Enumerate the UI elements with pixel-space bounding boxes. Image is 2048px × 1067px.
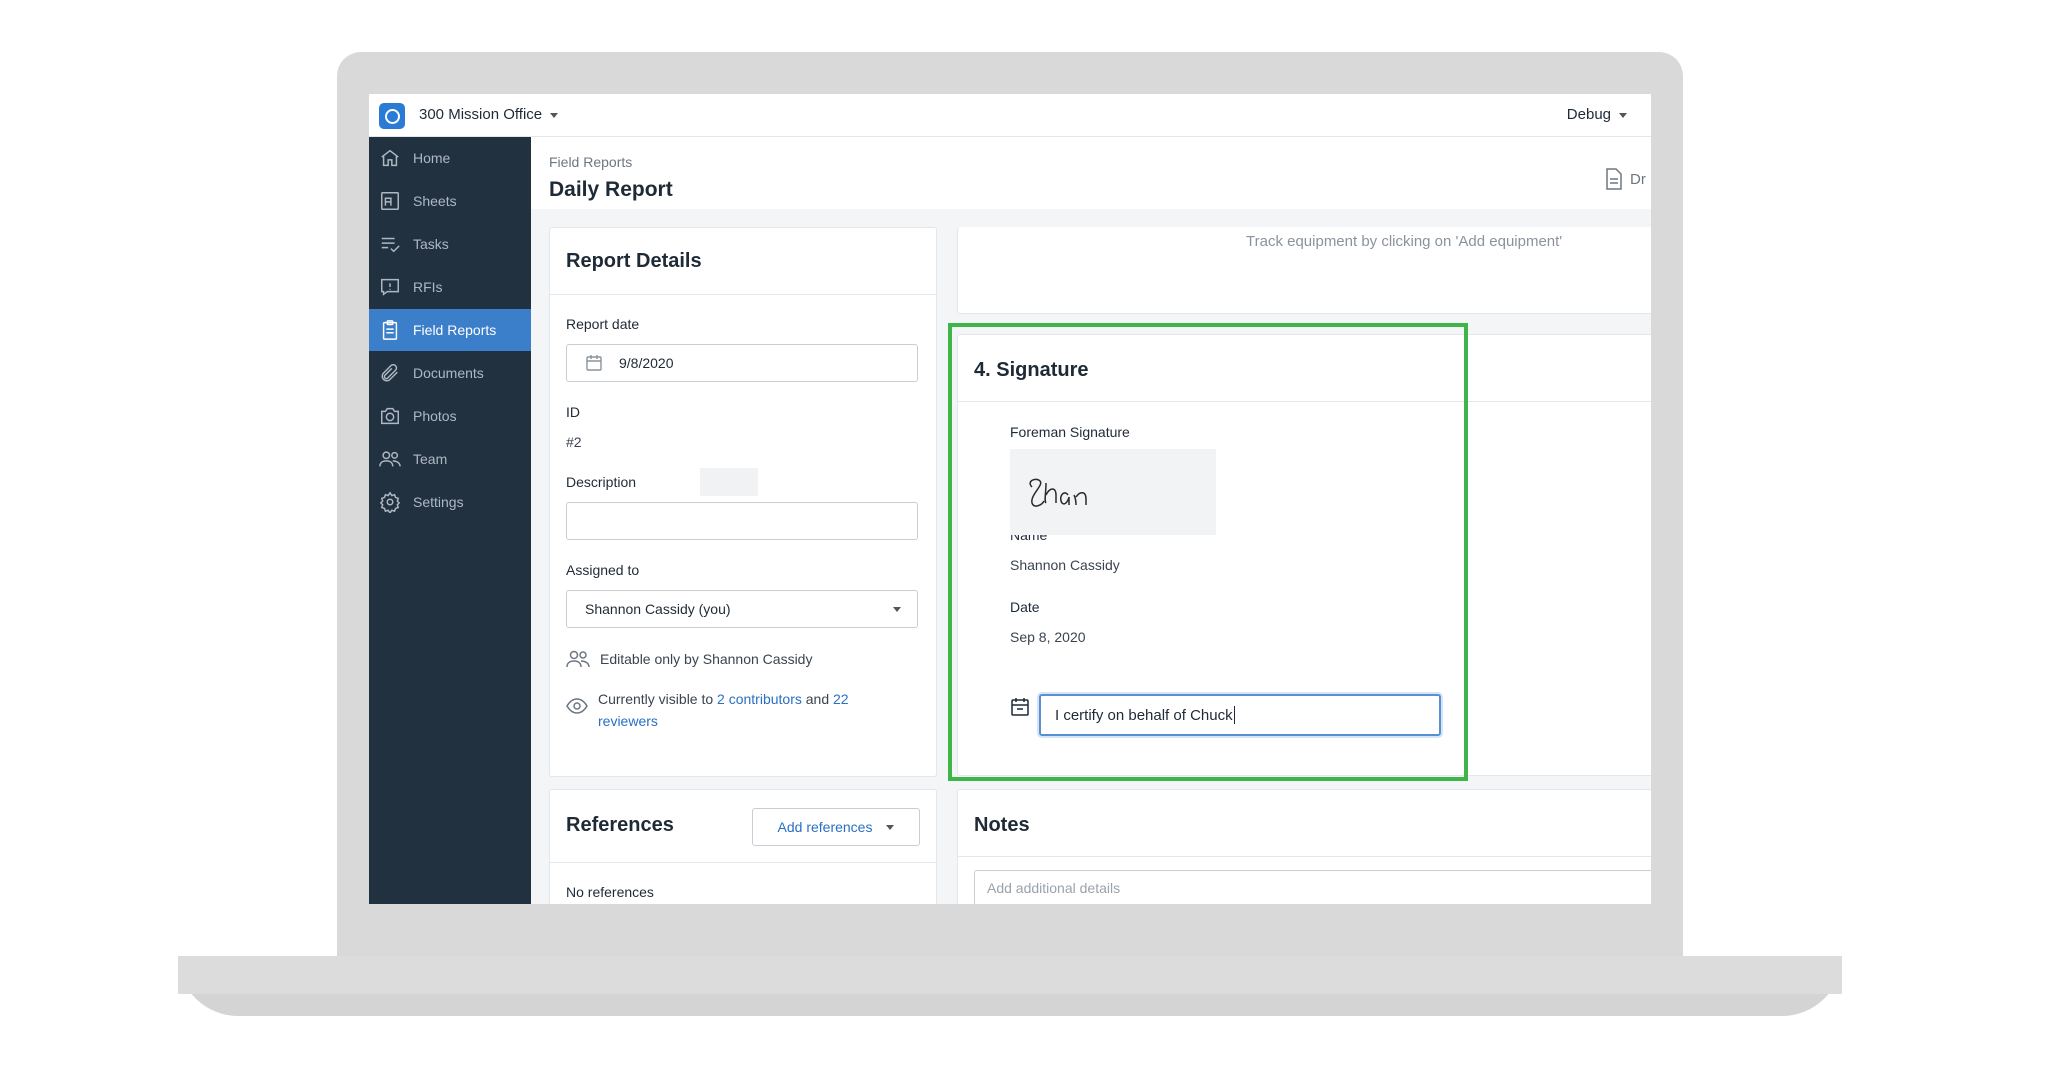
equipment-card: Track equipment by clicking on 'Add equi… — [957, 227, 1651, 314]
sidebar-item-label: Tasks — [413, 236, 449, 252]
references-title: References — [566, 814, 674, 836]
sheets-icon — [379, 190, 401, 212]
paperclip-icon — [379, 362, 401, 384]
calendar-icon — [586, 355, 602, 371]
tasks-icon — [379, 233, 401, 255]
app-logo-icon[interactable] — [379, 103, 405, 129]
editable-note: Editable only by Shannon Cassidy — [566, 649, 812, 669]
divider — [550, 294, 936, 295]
gear-icon — [379, 491, 401, 513]
sidebar-item-field-reports[interactable]: Field Reports — [369, 309, 531, 351]
divider — [958, 856, 1651, 857]
top-bar: 300 Mission Office Debug — [369, 94, 1651, 137]
sidebar-item-team[interactable]: Team — [369, 438, 531, 480]
document-icon — [1606, 168, 1622, 190]
add-references-button[interactable]: Add references — [752, 808, 920, 846]
assigned-to-value: Shannon Cassidy (you) — [585, 601, 731, 617]
sidebar-item-label: Settings — [413, 494, 464, 510]
sidebar-item-rfis[interactable]: RFIs — [369, 266, 531, 308]
divider — [550, 862, 936, 863]
add-references-label: Add references — [777, 819, 873, 835]
project-name: 300 Mission Office — [419, 106, 543, 123]
debug-menu[interactable]: Debug — [1567, 106, 1627, 123]
chevron-down-icon — [550, 112, 559, 118]
equipment-hint: Track equipment by clicking on 'Add equi… — [1246, 233, 1563, 250]
editable-text: Editable only by Shannon Cassidy — [600, 651, 813, 667]
team-icon — [379, 448, 401, 470]
description-label: Description — [566, 474, 637, 490]
report-details-card: Report Details Report date 9/8/2020 ID #… — [549, 227, 937, 777]
home-icon — [379, 147, 401, 169]
notes-title: Notes — [974, 814, 1030, 836]
references-card: References Add references No references — [549, 789, 937, 904]
chevron-down-icon — [1619, 112, 1627, 118]
report-date-input[interactable]: 9/8/2020 — [566, 344, 918, 382]
assigned-to-select[interactable]: Shannon Cassidy (you) — [566, 590, 918, 628]
sidebar-item-home[interactable]: Home — [369, 137, 531, 179]
notes-card: Notes Add additional details — [957, 789, 1651, 904]
sidebar: Home Sheets Tasks RFIs Field Reports Doc… — [369, 137, 531, 904]
draft-indicator[interactable]: Dr — [1604, 168, 1646, 190]
notes-input[interactable]: Add additional details — [974, 870, 1651, 904]
project-selector[interactable]: 300 Mission Office — [419, 106, 559, 123]
page-title: Daily Report — [549, 178, 673, 201]
notes-placeholder: Add additional details — [987, 880, 1121, 896]
assigned-to-label: Assigned to — [566, 562, 640, 578]
sidebar-item-sheets[interactable]: Sheets — [369, 180, 531, 222]
clipboard-icon — [379, 319, 401, 341]
sidebar-item-settings[interactable]: Settings — [369, 481, 531, 523]
sidebar-item-label: Team — [413, 451, 448, 467]
draft-label: Dr — [1630, 170, 1646, 188]
reviewers-count-link[interactable]: 22 — [833, 691, 849, 707]
chevron-down-icon — [886, 824, 895, 830]
sidebar-item-label: Field Reports — [413, 322, 497, 338]
page-header — [531, 137, 1651, 209]
sidebar-item-documents[interactable]: Documents — [369, 352, 531, 394]
report-details-title: Report Details — [566, 250, 702, 272]
report-date-label: Report date — [566, 316, 640, 332]
sidebar-item-label: Home — [413, 150, 451, 166]
laptop-base-top — [178, 956, 1842, 994]
debug-label: Debug — [1566, 106, 1611, 123]
team-icon — [566, 650, 590, 668]
description-input[interactable] — [566, 502, 918, 540]
sidebar-item-label: Documents — [413, 365, 484, 381]
visibility-and: and — [805, 691, 830, 707]
signature-highlight-frame — [948, 323, 1468, 781]
chevron-down-icon — [893, 606, 901, 612]
breadcrumb[interactable]: Field Reports — [549, 154, 632, 170]
reviewers-link[interactable]: reviewers — [598, 713, 658, 729]
id-value: #2 — [566, 434, 582, 450]
sidebar-item-label: RFIs — [413, 279, 443, 295]
description-hint-box — [700, 468, 758, 496]
sidebar-item-label: Sheets — [413, 193, 457, 209]
app-screen: 300 Mission Office Debug Home Sheets Tas… — [369, 94, 1651, 904]
visibility-prefix: Currently visible to — [598, 691, 714, 707]
contributors-link[interactable]: 2 contributors — [717, 691, 802, 707]
camera-icon — [379, 405, 401, 427]
no-references-text: No references — [566, 884, 654, 900]
rfis-icon — [379, 276, 401, 298]
report-date-value: 9/8/2020 — [619, 355, 674, 371]
visibility-note: Currently visible to 2 contributors and … — [566, 688, 916, 732]
id-label: ID — [566, 404, 580, 420]
eye-icon — [566, 698, 588, 714]
sidebar-item-photos[interactable]: Photos — [369, 395, 531, 437]
sidebar-item-tasks[interactable]: Tasks — [369, 223, 531, 265]
sidebar-item-label: Photos — [413, 408, 457, 424]
